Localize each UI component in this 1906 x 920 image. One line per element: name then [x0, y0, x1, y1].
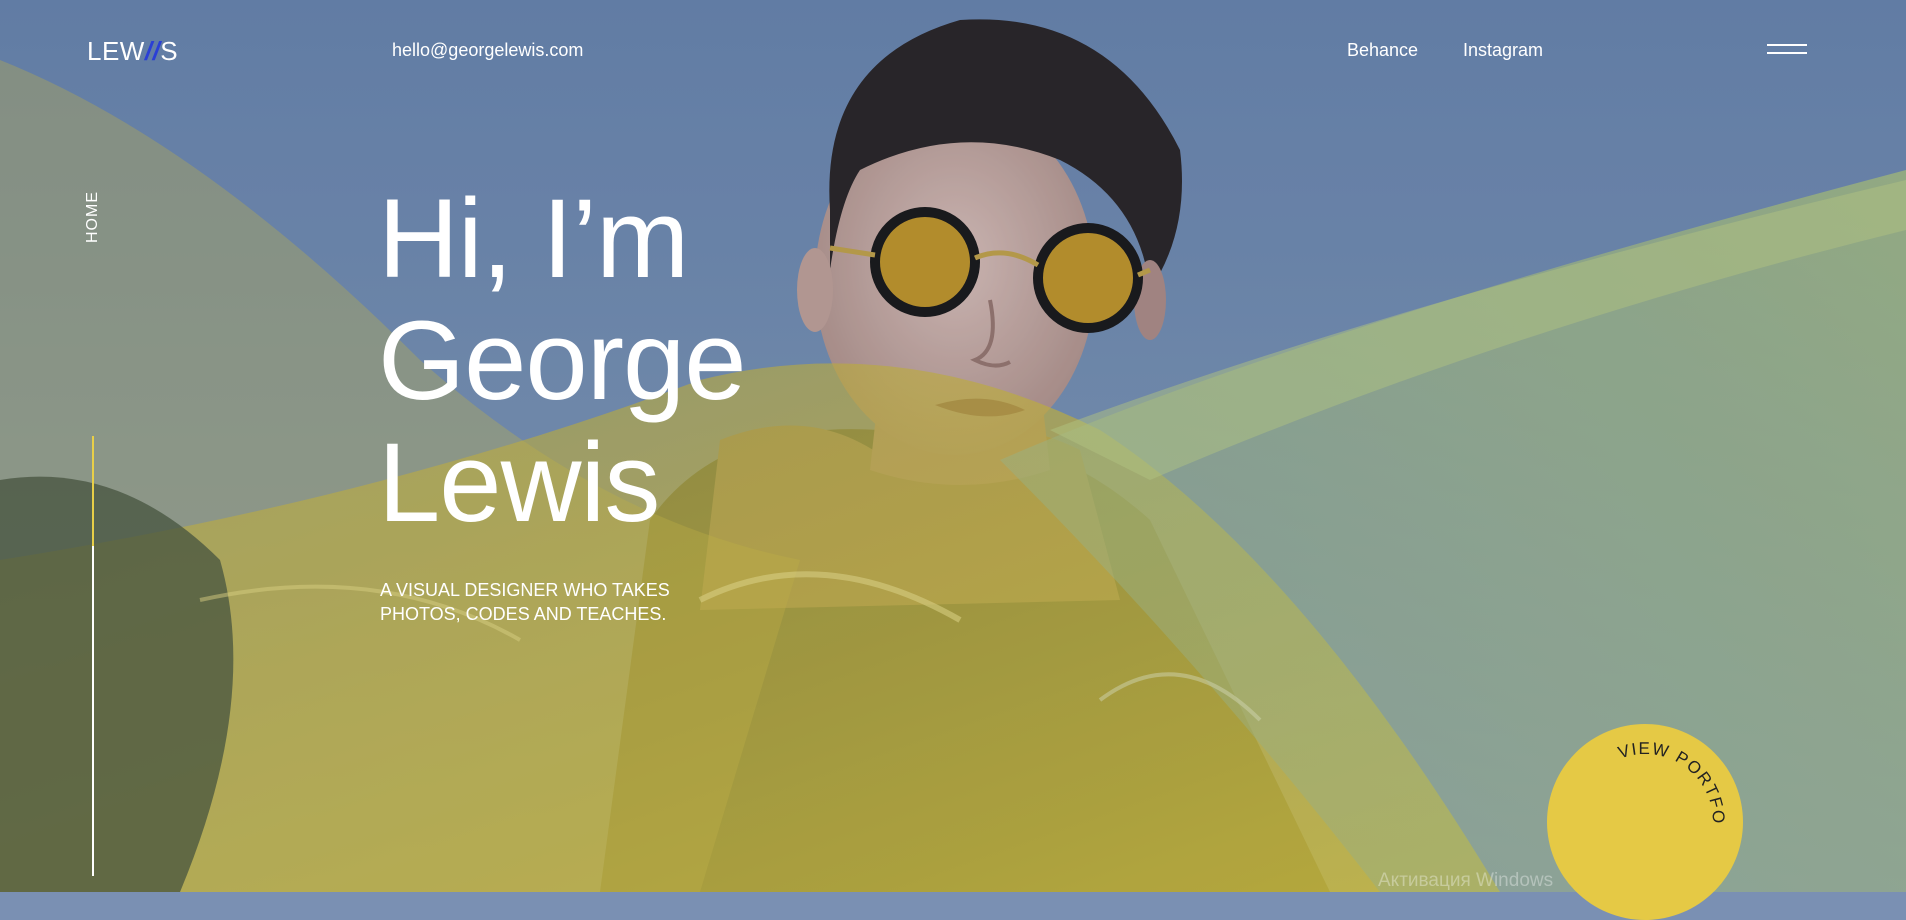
- windows-activation-watermark: Активация Windows: [1378, 870, 1554, 891]
- hero-title: Hi, I’m George Lewis: [378, 176, 747, 545]
- hero-title-line-2: George: [378, 298, 747, 423]
- menu-line-top: [1767, 44, 1807, 46]
- hero-subtitle: A VISUAL DESIGNER WHO TAKES PHOTOS, CODE…: [380, 580, 670, 624]
- logo-text-start: LEW: [87, 36, 145, 66]
- hero-title-line-3: Lewis: [378, 420, 660, 545]
- logo-slash: //: [144, 36, 161, 66]
- portfolio-circle-text: VIEW PORTFOLIO: [1547, 724, 1728, 825]
- scroll-progress-bar: [92, 436, 94, 546]
- behance-link[interactable]: Behance: [1347, 40, 1418, 61]
- view-portfolio-button[interactable]: VIEW PORTFOLIO: [1547, 724, 1743, 920]
- instagram-link[interactable]: Instagram: [1463, 40, 1543, 61]
- side-nav-label: HOME: [84, 191, 101, 243]
- logo-text-end: S: [160, 36, 179, 66]
- site-logo[interactable]: LEW//S: [87, 36, 178, 67]
- view-portfolio-label: VIEW PORTFOLIO: [1547, 724, 1727, 825]
- svg-text:VIEW PORTFOLIO: VIEW PORTFOLIO: [1547, 724, 1728, 825]
- hamburger-menu-icon[interactable]: [1767, 44, 1807, 56]
- hero-title-line-1: Hi, I’m: [378, 176, 689, 301]
- menu-line-bottom: [1767, 52, 1807, 54]
- email-link[interactable]: hello@georgelewis.com: [392, 40, 583, 61]
